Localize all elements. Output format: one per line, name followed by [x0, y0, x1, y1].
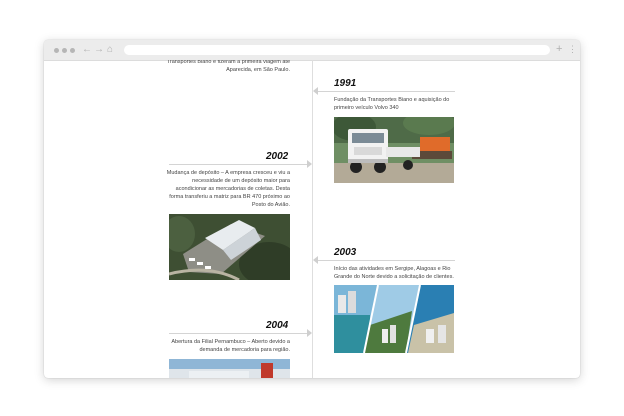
- timeline-separator: [169, 164, 307, 165]
- timeline-year-2003: 2003: [334, 247, 357, 258]
- browser-menu-icon[interactable]: ⋮: [568, 43, 577, 55]
- timeline-entry-text-2003: Início das atividades em Sergipe, Alagoa…: [334, 266, 454, 280]
- timeline-separator: [318, 260, 455, 261]
- timeline-separator: [318, 91, 455, 92]
- timeline: Transportes Biano e fizeram a primeira v…: [44, 60, 580, 378]
- timeline-axis: [312, 60, 313, 378]
- back-arrow-icon[interactable]: ←: [82, 44, 92, 56]
- timeline-year-2004: 2004: [266, 320, 289, 331]
- browser-window: ← → ⌂ + ⋮ Transportes Biano e fizeram a …: [44, 40, 580, 378]
- timeline-marker: [307, 329, 312, 337]
- previous-entry-photo: [334, 60, 456, 66]
- warehouse-aerial-photo: [169, 214, 290, 280]
- browser-toolbar: ← → ⌂ + ⋮: [44, 40, 580, 61]
- timeline-entry-text-previous: Transportes Biano e fizeram a primeira v…: [166, 60, 290, 73]
- branch-building-photo: [169, 359, 290, 378]
- coastal-cities-collage: [334, 285, 454, 353]
- timeline-entry-text-2002: Mudança de depósito – A empresa cresceu …: [166, 170, 290, 208]
- timeline-marker: [313, 87, 318, 95]
- window-dot-close[interactable]: [54, 48, 59, 53]
- address-bar[interactable]: [124, 45, 550, 55]
- forward-arrow-icon[interactable]: →: [94, 44, 104, 56]
- truck-photo: [334, 117, 454, 183]
- window-dot-minimize[interactable]: [62, 48, 67, 53]
- timeline-entry-text-1991: Fundação da Transportes Biano e aquisiçã…: [334, 97, 450, 111]
- timeline-marker: [313, 256, 318, 264]
- timeline-year-1991: 1991: [334, 78, 357, 89]
- window-dot-maximize[interactable]: [70, 48, 75, 53]
- new-tab-plus-icon[interactable]: +: [556, 43, 562, 55]
- timeline-entry-text-2004: Abertura da Filial Pernambuco – Aberto d…: [171, 339, 290, 353]
- timeline-separator: [169, 333, 307, 334]
- home-icon[interactable]: ⌂: [107, 44, 113, 56]
- timeline-year-2002: 2002: [266, 151, 289, 162]
- timeline-marker: [307, 160, 312, 168]
